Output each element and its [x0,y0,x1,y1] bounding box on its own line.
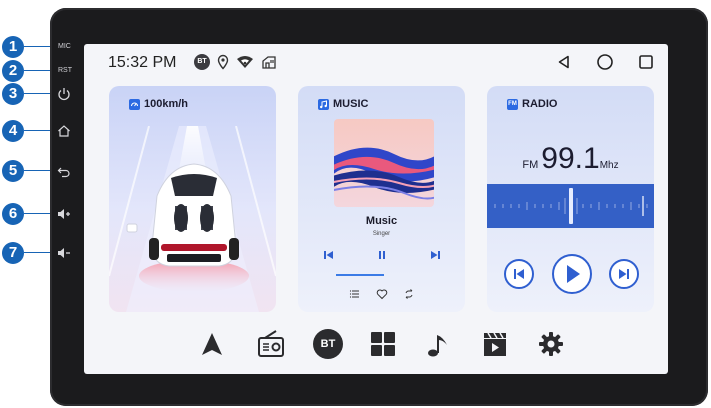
car-illustration [109,126,276,312]
usb-icon [262,56,276,69]
speedometer-icon [129,98,140,110]
playlist-icon[interactable] [349,288,361,300]
frequency-unit: Mhz [599,160,619,171]
callout-power: 3 [2,83,54,105]
speed-value: 100km/h [144,98,189,110]
song-title: Music [365,215,398,227]
volume-up-icon[interactable] [56,206,72,222]
speed-card-title: 100km/h [129,98,188,110]
stage: 1 2 3 4 5 6 7 MIC RST 15:32 PM BT 100km/… [0,0,711,408]
callout-volume-down: 7 [2,242,54,264]
apps-icon[interactable] [368,329,398,359]
radio-card-label: RADIO [522,98,558,110]
volume-down-icon[interactable] [56,245,72,261]
home-icon[interactable] [56,123,72,139]
callout-mic: 1 [2,36,54,58]
callout-home: 4 [2,120,54,142]
music-title-icon [318,98,329,110]
seek-back-icon [514,269,524,279]
callout-back: 5 [2,160,54,182]
location-icon [217,54,229,70]
seek-forward-icon [619,269,629,279]
wifi-icon [237,56,253,68]
favorite-heart-icon[interactable] [376,288,388,300]
recents-square-icon[interactable] [638,54,654,70]
callout-badge: 1 [2,36,24,58]
music-card-label: MUSIC [333,98,369,110]
back-icon[interactable] [56,163,72,179]
band-label: FM [522,159,539,171]
speed-card[interactable]: 100km/h [109,86,276,312]
music-progress-bar[interactable] [336,274,384,276]
frequency-value: 99.1 [541,142,600,175]
music-card-title: MUSIC [318,98,368,110]
artist-name: Singer [372,231,391,237]
previous-track-icon[interactable] [322,248,336,262]
system-nav [556,53,654,71]
seek-back-button[interactable] [504,259,534,289]
callout-rst: 2 [2,60,54,82]
status-bar: 15:32 PM BT [84,44,668,82]
callout-badge: 6 [2,203,24,225]
settings-icon[interactable] [536,329,566,359]
album-art [334,119,434,207]
pause-icon[interactable] [375,248,389,262]
home-circle-icon[interactable] [596,53,614,71]
callout-badge: 5 [2,160,24,182]
radio-icon[interactable] [256,329,286,359]
clock: 15:32 PM [108,54,177,71]
back-triangle-icon[interactable] [556,54,572,70]
next-track-icon[interactable] [428,248,442,262]
video-icon[interactable] [480,329,510,359]
seek-forward-button[interactable] [609,259,639,289]
music-note-icon[interactable] [423,329,453,359]
callout-badge: 3 [2,83,24,105]
rst-label: RST [58,67,72,74]
screen: 15:32 PM BT 100km/h MUSIC Music Singer F… [84,44,668,374]
fm-radio-icon: FM [507,98,518,110]
bluetooth-icon: BT [194,54,210,70]
radio-card-title: FM RADIO [507,98,557,110]
callout-volume-up: 6 [2,203,54,225]
repeat-icon[interactable] [403,288,415,300]
status-icons: BT [194,54,278,70]
callout-badge: 7 [2,242,24,264]
radio-card[interactable]: FM RADIO FM 99.1Mhz [487,86,654,312]
music-card[interactable]: MUSIC Music Singer [298,86,465,312]
callout-badge: 4 [2,120,24,142]
tuning-dial[interactable] [487,184,654,228]
power-icon[interactable] [56,86,72,102]
play-icon [567,265,580,283]
navigation-icon[interactable] [197,329,227,359]
callout-badge: 2 [2,60,24,82]
bluetooth-icon[interactable]: BT [313,329,343,359]
frequency-display: FM 99.1Mhz [487,142,654,176]
radio-play-button[interactable] [552,254,592,294]
mic-label: MIC [58,43,71,50]
app-dock: BT [84,329,668,365]
